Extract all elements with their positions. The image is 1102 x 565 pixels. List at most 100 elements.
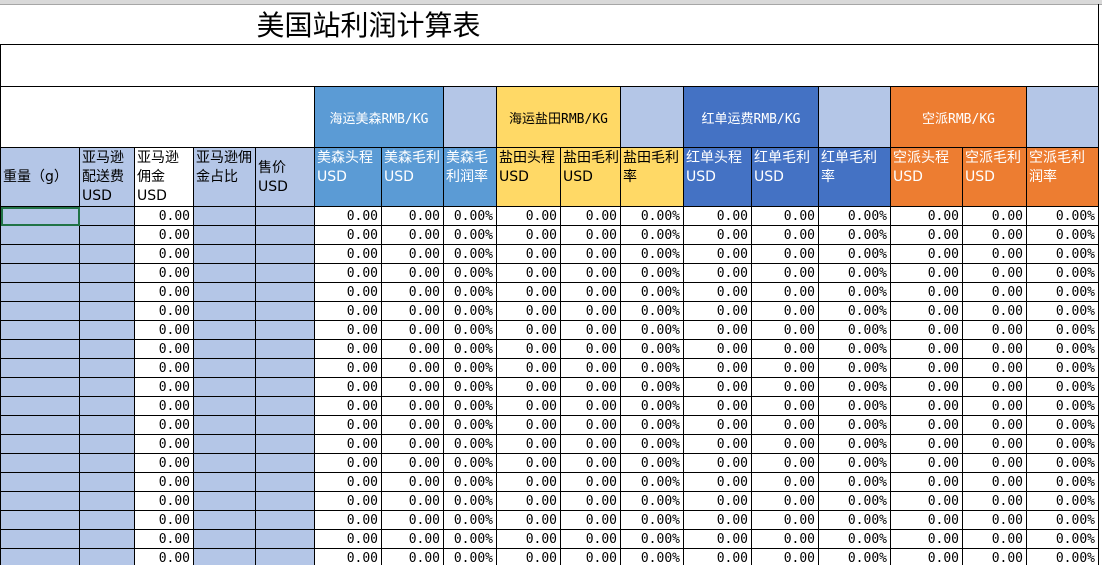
- table-cell[interactable]: [193, 263, 256, 283]
- table-cell[interactable]: [255, 301, 315, 321]
- table-cell[interactable]: 0.00: [890, 244, 963, 264]
- table-cell[interactable]: [193, 358, 256, 378]
- table-cell[interactable]: 0.00%: [620, 339, 684, 359]
- table-cell[interactable]: 0.00%: [443, 358, 497, 378]
- table-cell[interactable]: 0.00: [134, 415, 194, 435]
- table-cell[interactable]: 0.00%: [1026, 225, 1099, 245]
- table-cell[interactable]: 0.00%: [443, 225, 497, 245]
- group-meisen[interactable]: 海运美森RMB/KG: [314, 86, 444, 148]
- table-cell[interactable]: [255, 263, 315, 283]
- header-11[interactable]: 红单头程USD: [683, 147, 752, 207]
- header-1[interactable]: 亚马逊配送费USD: [79, 147, 135, 207]
- table-cell[interactable]: [79, 282, 135, 302]
- table-cell[interactable]: 0.00: [314, 339, 382, 359]
- table-cell[interactable]: [79, 320, 135, 340]
- group-hongdan[interactable]: 红单运费RMB/KG: [683, 86, 819, 148]
- table-cell[interactable]: 0.00%: [443, 339, 497, 359]
- table-cell[interactable]: 0.00: [683, 301, 752, 321]
- table-cell[interactable]: 0.00: [134, 434, 194, 454]
- table-cell[interactable]: 0.00: [496, 434, 561, 454]
- table-cell[interactable]: 0.00: [890, 339, 963, 359]
- table-cell[interactable]: 0.00: [560, 529, 621, 549]
- table-cell[interactable]: 0.00: [314, 225, 382, 245]
- table-cell[interactable]: 0.00%: [818, 434, 891, 454]
- table-cell[interactable]: 0.00: [134, 491, 194, 511]
- table-cell[interactable]: [255, 453, 315, 473]
- table-cell[interactable]: 0.00%: [620, 282, 684, 302]
- table-cell[interactable]: 0.00: [560, 225, 621, 245]
- table-cell[interactable]: 0.00%: [443, 244, 497, 264]
- table-cell[interactable]: 0.00%: [443, 377, 497, 397]
- table-cell[interactable]: [193, 396, 256, 416]
- table-cell[interactable]: 0.00: [134, 244, 194, 264]
- table-cell[interactable]: 0.00: [751, 529, 819, 549]
- table-cell[interactable]: 0.00: [751, 396, 819, 416]
- table-cell[interactable]: [255, 377, 315, 397]
- table-cell[interactable]: 0.00: [890, 510, 963, 530]
- table-cell[interactable]: 0.00%: [620, 510, 684, 530]
- table-cell[interactable]: 0.00%: [1026, 453, 1099, 473]
- table-cell[interactable]: 0.00%: [1026, 244, 1099, 264]
- header-4[interactable]: 售价USD: [255, 147, 315, 207]
- table-cell[interactable]: [0, 282, 80, 302]
- table-cell[interactable]: 0.00: [560, 263, 621, 283]
- table-cell[interactable]: 0.00%: [443, 491, 497, 511]
- table-cell[interactable]: 0.00: [560, 396, 621, 416]
- table-cell[interactable]: [193, 510, 256, 530]
- table-cell[interactable]: [79, 358, 135, 378]
- table-cell[interactable]: 0.00%: [443, 415, 497, 435]
- table-cell[interactable]: 0.00: [962, 491, 1027, 511]
- table-cell[interactable]: 0.00: [314, 548, 382, 565]
- table-cell[interactable]: 0.00%: [443, 396, 497, 416]
- table-cell[interactable]: 0.00%: [620, 396, 684, 416]
- table-cell[interactable]: 0.00: [890, 453, 963, 473]
- table-cell[interactable]: 0.00: [683, 244, 752, 264]
- header-2[interactable]: 亚马逊佣金USD: [134, 147, 194, 207]
- table-cell[interactable]: 0.00: [890, 358, 963, 378]
- table-cell[interactable]: 0.00: [381, 282, 444, 302]
- header-9[interactable]: 盐田毛利USD: [560, 147, 621, 207]
- table-cell[interactable]: 0.00: [560, 434, 621, 454]
- table-cell[interactable]: 0.00: [314, 529, 382, 549]
- table-cell[interactable]: [193, 529, 256, 549]
- table-cell[interactable]: [193, 206, 256, 226]
- table-cell[interactable]: 0.00: [560, 491, 621, 511]
- sheet-title[interactable]: 美国站利润计算表: [0, 4, 1099, 45]
- table-cell[interactable]: 0.00%: [818, 491, 891, 511]
- table-cell[interactable]: 0.00: [890, 377, 963, 397]
- blank-row[interactable]: [0, 44, 1099, 87]
- table-cell[interactable]: 0.00: [560, 320, 621, 340]
- table-cell[interactable]: 0.00: [496, 529, 561, 549]
- table-cell[interactable]: 0.00: [134, 453, 194, 473]
- table-cell[interactable]: [79, 225, 135, 245]
- table-cell[interactable]: 0.00: [134, 339, 194, 359]
- header-0[interactable]: 重量（g）: [0, 147, 80, 207]
- table-cell[interactable]: 0.00: [381, 358, 444, 378]
- table-cell[interactable]: [255, 548, 315, 565]
- table-cell[interactable]: 0.00: [890, 434, 963, 454]
- table-cell[interactable]: 0.00%: [620, 434, 684, 454]
- table-cell[interactable]: 0.00: [134, 301, 194, 321]
- table-cell[interactable]: 0.00%: [443, 282, 497, 302]
- table-cell[interactable]: 0.00: [890, 206, 963, 226]
- header-3[interactable]: 亚马逊佣金占比: [193, 147, 256, 207]
- table-cell[interactable]: 0.00: [496, 377, 561, 397]
- table-cell[interactable]: 0.00: [496, 415, 561, 435]
- table-cell[interactable]: 0.00%: [1026, 282, 1099, 302]
- table-cell[interactable]: 0.00: [683, 396, 752, 416]
- table-cell[interactable]: 0.00: [314, 320, 382, 340]
- table-cell[interactable]: 0.00: [962, 320, 1027, 340]
- table-cell[interactable]: 0.00: [962, 377, 1027, 397]
- table-cell[interactable]: [0, 301, 80, 321]
- table-cell[interactable]: 0.00%: [443, 263, 497, 283]
- table-cell[interactable]: 0.00%: [1026, 491, 1099, 511]
- table-cell[interactable]: 0.00: [962, 282, 1027, 302]
- table-cell[interactable]: 0.00: [890, 225, 963, 245]
- table-cell[interactable]: [193, 415, 256, 435]
- table-cell[interactable]: 0.00: [560, 301, 621, 321]
- table-cell[interactable]: 0.00: [890, 263, 963, 283]
- table-cell[interactable]: 0.00: [381, 529, 444, 549]
- table-cell[interactable]: 0.00%: [1026, 434, 1099, 454]
- table-cell[interactable]: [193, 453, 256, 473]
- table-cell[interactable]: 0.00: [381, 510, 444, 530]
